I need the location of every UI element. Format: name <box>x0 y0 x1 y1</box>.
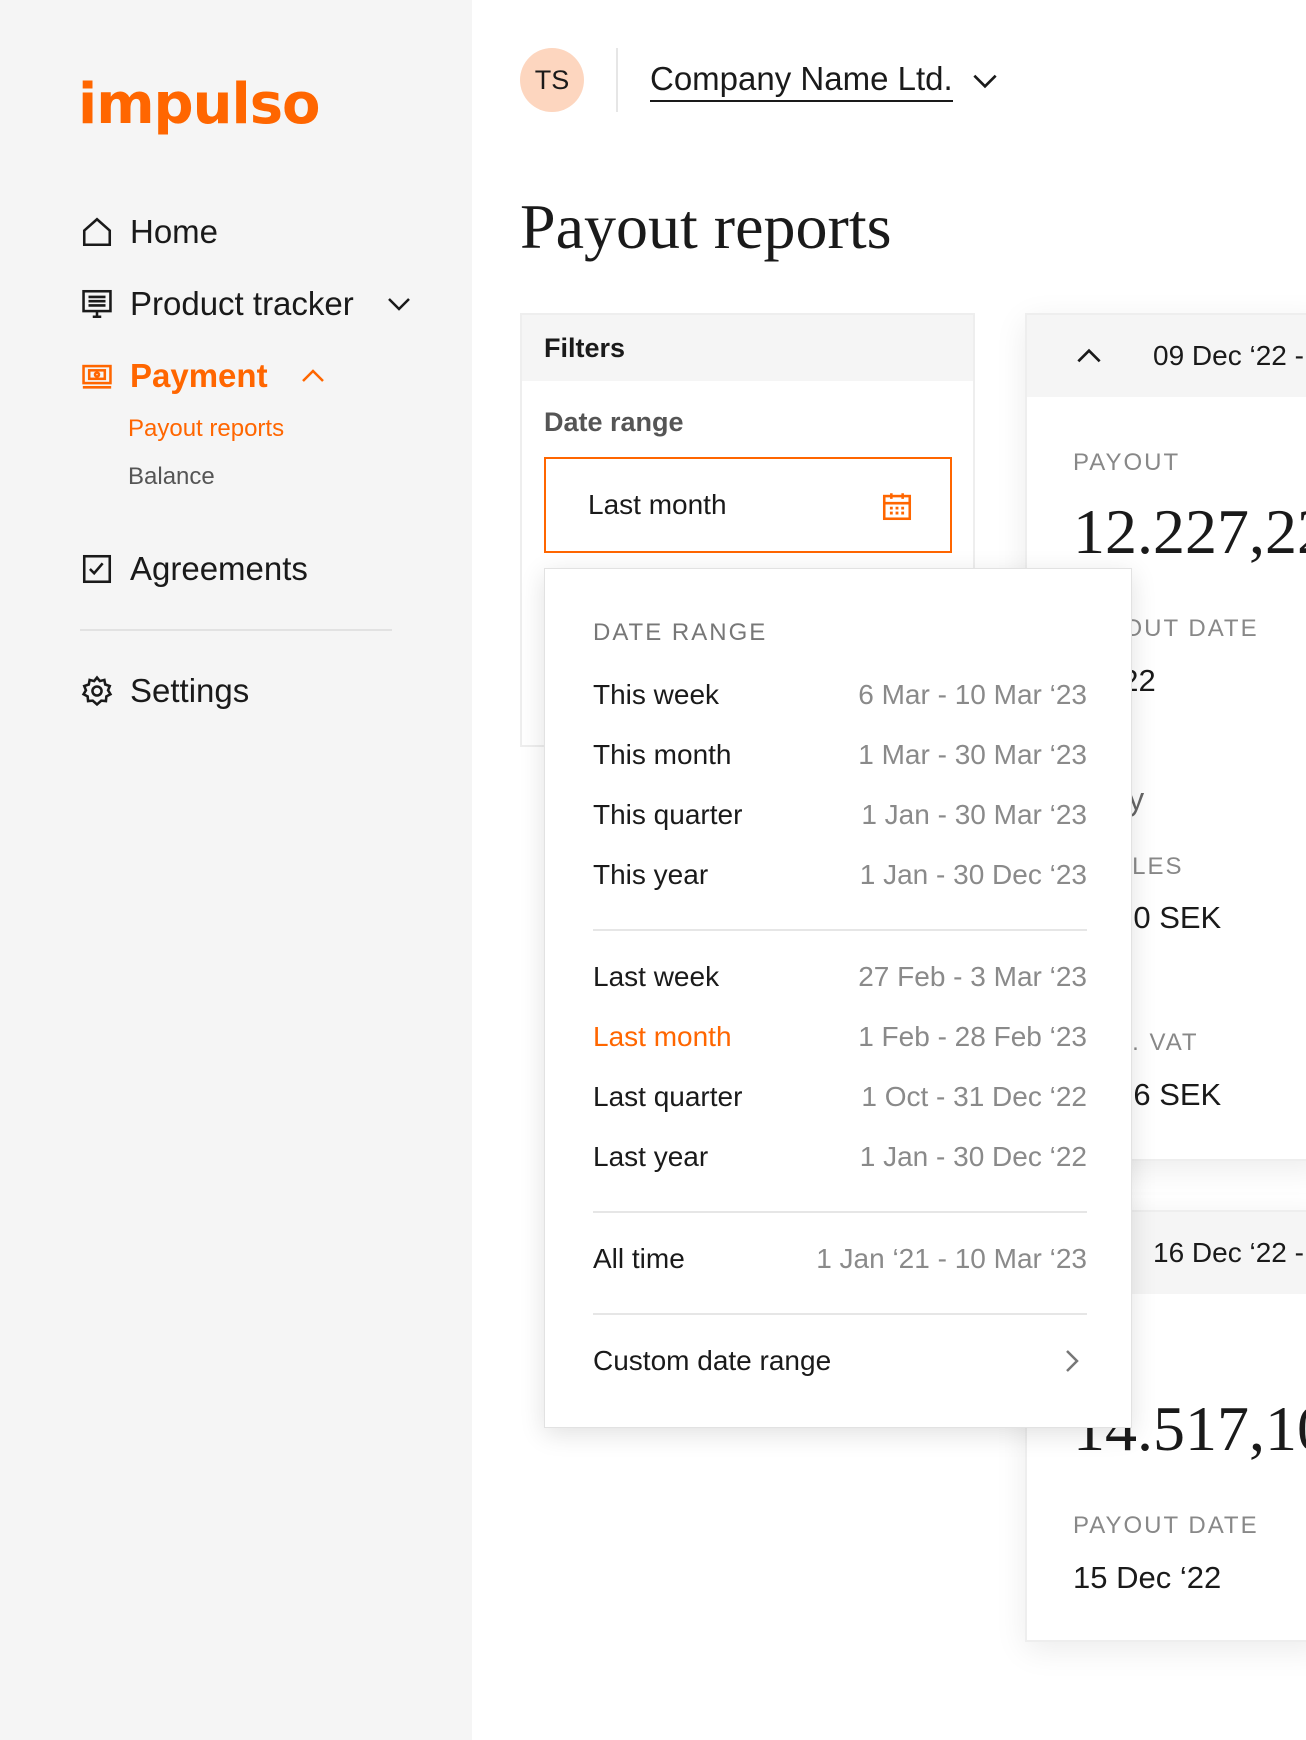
sidebar: impulso Home Product tracker Payment Pay… <box>0 0 472 1740</box>
gear-icon <box>81 675 113 707</box>
date-range-dropdown: DATE RANGE This week 6 Mar - 10 Mar ‘23 … <box>544 568 1132 1428</box>
option-label: Last month <box>593 1021 732 1052</box>
sidebar-item-agreements[interactable]: Agreements <box>80 550 308 588</box>
option-range: 1 Jan - 30 Dec ‘23 <box>859 859 1087 890</box>
sidebar-item-label: Product tracker <box>130 285 354 322</box>
impulso-logo[interactable]: impulso <box>78 72 320 137</box>
option-this-year[interactable]: This year 1 Jan - 30 Dec ‘23 <box>593 859 1087 891</box>
chevron-down-icon <box>973 74 997 89</box>
filters-title: Filters <box>522 315 973 381</box>
option-label: Last quarter <box>593 1081 743 1112</box>
option-label: This quarter <box>593 799 743 830</box>
sidebar-item-label: Agreements <box>130 550 308 587</box>
chevron-up-icon[interactable] <box>1073 340 1105 372</box>
dropdown-divider <box>593 1211 1087 1213</box>
sidebar-item-label: Settings <box>130 672 250 709</box>
option-range: 1 Jan - 30 Dec ‘22 <box>859 1141 1087 1172</box>
company-name: Company Name Ltd. <box>650 60 953 102</box>
payout-date-label: PAYOUT DATE <box>1073 1512 1259 1539</box>
option-this-month[interactable]: This month 1 Mar - 30 Mar ‘23 <box>593 739 1087 771</box>
dropdown-title: DATE RANGE <box>593 619 768 646</box>
sidebar-item-payment[interactable]: Payment <box>80 357 344 395</box>
payout-period: 09 Dec ‘22 - <box>1153 340 1304 371</box>
sidebar-item-product-tracker[interactable]: Product tracker <box>80 285 430 323</box>
option-label: Last week <box>593 961 720 992</box>
page-title: Payout reports <box>520 191 892 262</box>
sidebar-divider <box>80 629 392 631</box>
option-label: This year <box>593 859 709 890</box>
payout-date: 15 Dec ‘22 <box>1073 1560 1222 1595</box>
sidebar-item-label: Payment <box>130 357 268 394</box>
payout-amount: 12.227,22 <box>1073 496 1306 567</box>
option-this-week[interactable]: This week 6 Mar - 10 Mar ‘23 <box>593 679 1087 711</box>
sidebar-item-settings[interactable]: Settings <box>80 672 249 710</box>
payout-label: PAYOUT <box>1073 449 1181 476</box>
option-label: Last year <box>593 1141 709 1172</box>
header-separator <box>616 48 618 112</box>
sidebar-subitem-payout-reports[interactable]: Payout reports <box>128 415 284 443</box>
sidebar-item-home[interactable]: Home <box>80 213 218 251</box>
payout-card-header[interactable]: 09 Dec ‘22 - <box>1027 315 1306 397</box>
option-last-month[interactable]: Last month 1 Feb - 28 Feb ‘23 <box>593 1021 1087 1053</box>
agreements-icon <box>82 554 112 584</box>
main-content: TS Company Name Ltd. Payout reports Filt… <box>472 0 1306 1740</box>
payout-period: 16 Dec ‘22 - <box>1153 1237 1304 1268</box>
option-range: 1 Feb - 28 Feb ‘23 <box>858 1021 1087 1052</box>
option-range: 6 Mar - 10 Mar ‘23 <box>858 679 1087 710</box>
option-range: 27 Feb - 3 Mar ‘23 <box>858 961 1087 992</box>
option-last-quarter[interactable]: Last quarter 1 Oct - 31 Dec ‘22 <box>593 1081 1087 1113</box>
sidebar-subitem-balance[interactable]: Balance <box>128 463 215 491</box>
date-range-value: Last month <box>588 489 727 520</box>
option-custom-date-range[interactable]: Custom date range <box>593 1345 1087 1377</box>
option-range: 1 Mar - 30 Mar ‘23 <box>858 739 1087 770</box>
payment-icon <box>82 364 112 389</box>
option-label: All time <box>593 1243 685 1274</box>
dropdown-divider <box>593 1313 1087 1315</box>
home-icon <box>82 217 112 247</box>
dropdown-divider <box>593 929 1087 931</box>
avatar[interactable]: TS <box>520 48 584 112</box>
option-label: This month <box>593 739 732 770</box>
option-range: 1 Oct - 31 Dec ‘22 <box>861 1081 1087 1112</box>
chevron-up-icon[interactable] <box>298 361 328 391</box>
option-this-quarter[interactable]: This quarter 1 Jan - 30 Mar ‘23 <box>593 799 1087 831</box>
option-range: 1 Jan ‘21 - 10 Mar ‘23 <box>816 1243 1087 1274</box>
date-range-input[interactable]: Last month <box>544 457 952 553</box>
company-selector[interactable]: Company Name Ltd. <box>650 60 1001 102</box>
chevron-down-icon[interactable] <box>384 289 414 319</box>
product-tracker-icon <box>82 289 112 319</box>
sidebar-item-label: Home <box>130 213 219 250</box>
calendar-icon[interactable] <box>880 489 914 523</box>
option-label: Custom date range <box>593 1345 832 1376</box>
option-last-week[interactable]: Last week 27 Feb - 3 Mar ‘23 <box>593 961 1087 993</box>
option-range: 1 Jan - 30 Mar ‘23 <box>861 799 1087 830</box>
date-range-label: Date range <box>544 407 684 437</box>
chevron-right-icon <box>1066 1350 1079 1372</box>
option-all-time[interactable]: All time 1 Jan ‘21 - 10 Mar ‘23 <box>593 1243 1087 1275</box>
option-label: This week <box>593 679 720 710</box>
option-last-year[interactable]: Last year 1 Jan - 30 Dec ‘22 <box>593 1141 1087 1173</box>
